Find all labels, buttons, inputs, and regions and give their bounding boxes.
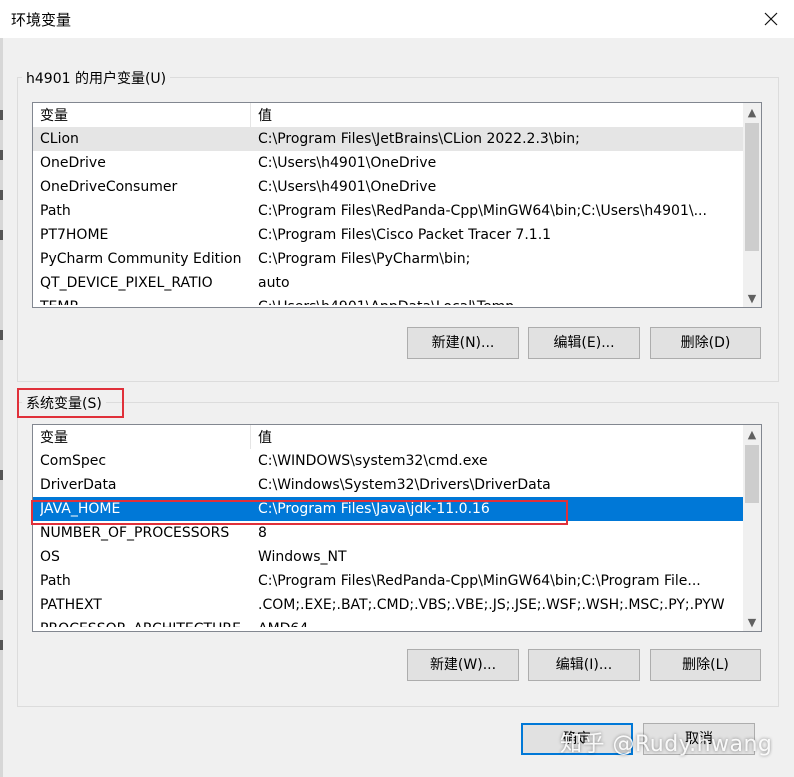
list-item[interactable]: Path C:\Program Files\RedPanda-Cpp\MinGW6… [33, 199, 743, 223]
scroll-down-icon[interactable]: ▼ [743, 289, 761, 307]
scroll-up-icon[interactable]: ▲ [743, 425, 761, 443]
title-bar: 环境变量 [0, 0, 794, 38]
column-header-value[interactable]: 值 [251, 425, 743, 449]
user-new-button[interactable]: 新建(N)... [407, 327, 519, 359]
column-header-variable[interactable]: 变量 [33, 425, 251, 449]
scroll-thumb[interactable] [745, 445, 759, 503]
column-header-variable[interactable]: 变量 [33, 103, 251, 127]
list-item-selected[interactable]: JAVA_HOME C:\Program Files\Java\jdk-11.0.… [33, 497, 743, 521]
system-edit-button[interactable]: 编辑(I)... [528, 649, 640, 681]
user-variables-label: h4901 的用户变量(U) [22, 68, 171, 88]
user-variables-list[interactable]: 变量 值 CLion C:\Program Files\JetBrains\CLi… [32, 102, 762, 308]
user-edit-button[interactable]: 编辑(E)... [528, 327, 640, 359]
list-item[interactable]: TEMPC:\Users\h4901\AppData\Local\Temp [33, 295, 743, 305]
window-left-edge [0, 38, 3, 777]
user-delete-button[interactable]: 删除(D) [650, 327, 761, 359]
system-list-header: 变量 值 [33, 425, 743, 449]
window-title: 环境变量 [11, 11, 72, 29]
scroll-up-icon[interactable]: ▲ [743, 103, 761, 121]
list-item[interactable]: PT7HOME C:\Program Files\Cisco Packet Tra… [33, 223, 743, 247]
list-item[interactable]: Path C:\Program Files\RedPanda-Cpp\MinGW6… [33, 569, 743, 593]
scroll-down-icon[interactable]: ▼ [743, 613, 761, 631]
system-delete-button[interactable]: 删除(L) [650, 649, 761, 681]
system-variables-list[interactable]: 变量 值 ComSpec C:\WINDOWS\system32\cmd.exe … [32, 424, 762, 632]
close-icon [764, 12, 778, 26]
list-item[interactable]: OneDrive C:\Users\h4901\OneDrive [33, 151, 743, 175]
scroll-thumb[interactable] [745, 123, 759, 251]
column-header-value[interactable]: 值 [251, 103, 743, 127]
system-variables-label: 系统变量(S) [22, 393, 106, 413]
system-new-button[interactable]: 新建(W)... [407, 649, 519, 681]
watermark-text: 知乎 @Rudy.hwang [560, 732, 773, 757]
list-item[interactable]: PyCharm Community Edition C:\Program File… [33, 247, 743, 271]
vertical-scrollbar[interactable]: ▲ ▼ [743, 425, 761, 631]
list-item[interactable]: PROCESSOR_ARCHITECTUREAMD64 [33, 617, 743, 627]
user-list-header: 变量 值 [33, 103, 743, 127]
list-item[interactable]: ComSpec C:\WINDOWS\system32\cmd.exe [33, 449, 743, 473]
list-item[interactable]: PATHEXT .COM;.EXE;.BAT;.CMD;.VBS;.VBE;.JS… [33, 593, 743, 617]
list-item[interactable]: OneDriveConsumer C:\Users\h4901\OneDrive [33, 175, 743, 199]
list-item[interactable]: QT_DEVICE_PIXEL_RATIO auto [33, 271, 743, 295]
list-item[interactable]: CLion C:\Program Files\JetBrains\CLion 20… [33, 127, 743, 151]
list-item[interactable]: NUMBER_OF_PROCESSORS 8 [33, 521, 743, 545]
close-button[interactable] [748, 0, 794, 38]
list-item[interactable]: OS Windows_NT [33, 545, 743, 569]
list-item[interactable]: DriverData C:\Windows\System32\Drivers\Dr… [33, 473, 743, 497]
vertical-scrollbar[interactable]: ▲ ▼ [743, 103, 761, 307]
